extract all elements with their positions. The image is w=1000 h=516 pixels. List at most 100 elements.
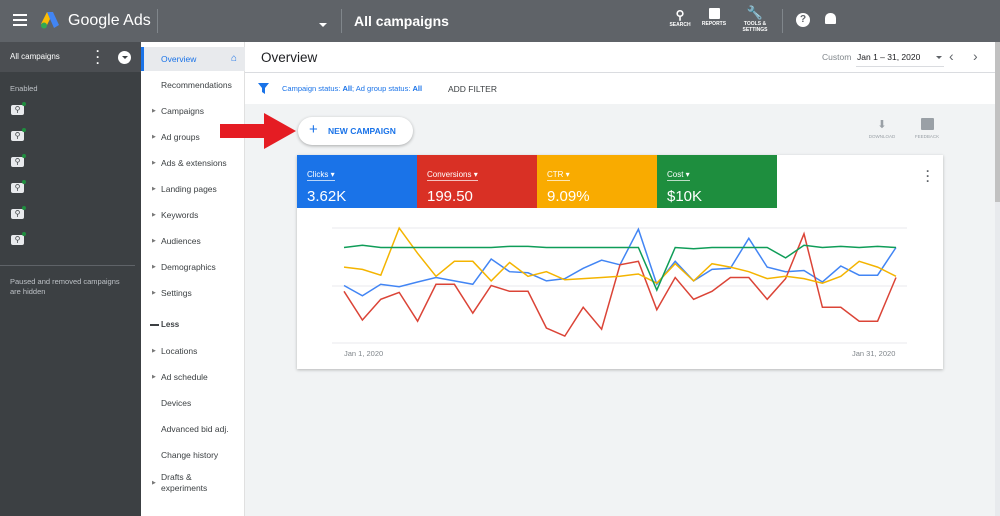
page-header: Overview Custom Jan 1 – 31, 2020 ‹ › <box>245 42 995 73</box>
next-period-icon[interactable]: › <box>973 48 978 64</box>
metric-tile-clicks[interactable]: Clicks ▾3.62K <box>297 155 417 208</box>
expand-icon: ▶ <box>152 177 156 201</box>
nav-label: Keywords <box>161 210 198 220</box>
nav-label: Change history <box>161 450 218 460</box>
tools-settings-button[interactable]: 🔧TOOLS &SETTINGS <box>740 5 770 33</box>
new-campaign-button[interactable]: + NEW CAMPAIGN <box>298 117 413 145</box>
nav-less-toggle[interactable]: Less <box>141 313 245 337</box>
enabled-section-label: Enabled <box>10 84 38 93</box>
nav-landing-pages[interactable]: ▶ Landing pages <box>141 177 245 201</box>
search-campaign-icon[interactable]: ⚲ <box>11 157 24 167</box>
nav-label: Ads & extensions <box>161 158 227 168</box>
feedback-icon <box>921 118 934 130</box>
hidden-campaigns-note: Paused and removed campaigns are hidden <box>10 277 130 297</box>
metric-label: Cost ▾ <box>667 170 690 181</box>
nav-label: Locations <box>161 346 197 356</box>
account-dropdown-icon[interactable] <box>319 23 327 27</box>
metric-value: 3.62K <box>307 188 407 205</box>
search-campaign-icon[interactable]: ⚲ <box>11 209 24 219</box>
red-arrow-annotation <box>218 112 298 150</box>
nav-label: Campaigns <box>161 106 204 116</box>
download-label: DOWNLOAD <box>862 134 902 139</box>
line-chart <box>297 215 943 369</box>
nav-overview[interactable]: Overview⌂ <box>141 47 245 71</box>
expand-icon: ▶ <box>152 125 156 149</box>
previous-period-icon[interactable]: ‹ <box>949 48 954 64</box>
expand-icon: ▶ <box>152 151 156 175</box>
filter-icon[interactable] <box>258 83 269 94</box>
feedback-label: FEEDBACK <box>907 134 947 139</box>
nav-label: Settings <box>161 288 192 298</box>
nav-label: Advanced bid adj. <box>161 424 229 434</box>
date-range-picker[interactable]: Jan 1 – 31, 2020 <box>856 49 944 67</box>
google-ads-logo-icon <box>40 11 60 29</box>
expand-icon: ▶ <box>152 339 156 363</box>
metric-value: 199.50 <box>427 188 527 205</box>
feedback-button[interactable]: FEEDBACK <box>907 118 947 139</box>
nav-change-history[interactable]: Change history <box>141 443 245 467</box>
nav-devices[interactable]: Devices <box>141 391 245 415</box>
metric-tile-conversions[interactable]: Conversions ▾199.50 <box>417 155 537 208</box>
divider <box>782 9 783 33</box>
all-campaigns-label[interactable]: All campaigns <box>10 52 60 61</box>
collapse-dash-icon <box>150 324 159 326</box>
notifications-bell-icon[interactable] <box>825 13 836 24</box>
nav-audiences[interactable]: ▶Audiences <box>141 229 245 253</box>
expand-icon: ▶ <box>152 203 156 227</box>
filter-bar: Campaign status: All; Ad group status: A… <box>245 73 995 104</box>
search-campaign-icon[interactable]: ⚲ <box>11 131 24 141</box>
metric-value: $10K <box>667 188 767 205</box>
filter-value: All <box>413 84 423 93</box>
nav-label: Drafts & <box>161 472 192 482</box>
search-icon: ⚲ <box>667 8 693 22</box>
scrollbar[interactable] <box>995 42 1000 516</box>
nav-settings[interactable]: ▶Settings <box>141 281 245 305</box>
nav-label: Overview <box>161 54 196 64</box>
performance-card: Clicks ▾3.62K Conversions ▾199.50 CTR ▾9… <box>297 155 943 369</box>
divider <box>157 9 158 33</box>
plus-icon: + <box>309 121 318 138</box>
nav-label: Ad groups <box>161 132 200 142</box>
help-icon[interactable]: ? <box>796 13 810 27</box>
collapse-dropdown-icon[interactable] <box>118 51 131 64</box>
expand-icon: ▶ <box>152 229 156 253</box>
search-campaign-icon[interactable]: ⚲ <box>11 105 24 115</box>
expand-icon: ▶ <box>152 365 156 389</box>
nav-label: Devices <box>161 398 191 408</box>
nav-ad-schedule[interactable]: ▶Ad schedule <box>141 365 245 389</box>
metric-tile-ctr[interactable]: CTR ▾9.09% <box>537 155 657 208</box>
nav-label: Landing pages <box>161 184 217 194</box>
nav-recommendations[interactable]: Recommendations <box>141 73 245 97</box>
add-filter-button[interactable]: ADD FILTER <box>448 84 497 94</box>
search-button[interactable]: ⚲SEARCH <box>667 8 693 28</box>
settings-label: SETTINGS <box>740 27 770 33</box>
nav-drafts-experiments[interactable]: ▶Drafts &experiments <box>141 472 245 498</box>
page-scope-title: All campaigns <box>354 13 449 29</box>
x-axis-end-label: Jan 31, 2020 <box>852 349 895 358</box>
series-line-ctr <box>344 228 896 283</box>
nav-label: Demographics <box>161 262 216 272</box>
nav-advanced-bid-adj[interactable]: Advanced bid adj. <box>141 417 245 441</box>
nav-locations[interactable]: ▶ Locations <box>141 339 245 363</box>
search-campaign-icon[interactable]: ⚲ <box>11 235 24 245</box>
nav-keywords[interactable]: ▶ Keywords <box>141 203 245 227</box>
metric-tile-cost[interactable]: Cost ▾ $10K <box>657 155 777 208</box>
chart-options-icon[interactable]: ··· <box>926 169 930 184</box>
nav-label: Recommendations <box>161 80 232 90</box>
scrollbar-thumb[interactable] <box>995 42 1000 202</box>
filter-label: Campaign status: <box>282 84 342 93</box>
metric-label: CTR ▾ <box>547 170 570 181</box>
dropdown-arrow-icon <box>936 56 942 59</box>
reports-button[interactable]: REPORTS <box>700 8 728 27</box>
date-range-value: Jan 1 – 31, 2020 <box>857 52 920 62</box>
expand-icon: ▶ <box>152 478 156 489</box>
more-options-icon[interactable]: ··· <box>96 48 100 66</box>
download-button[interactable]: ⬇ DOWNLOAD <box>862 118 902 139</box>
nav-demographics[interactable]: ▶Demographics <box>141 255 245 279</box>
active-filter[interactable]: Campaign status: All; Ad group status: A… <box>282 84 422 93</box>
divider <box>341 9 342 33</box>
menu-icon[interactable] <box>13 14 27 26</box>
wrench-icon: 🔧 <box>740 5 770 21</box>
search-campaign-icon[interactable]: ⚲ <box>11 183 24 193</box>
nav-ads-extensions[interactable]: ▶ Ads & extensions <box>141 151 245 175</box>
